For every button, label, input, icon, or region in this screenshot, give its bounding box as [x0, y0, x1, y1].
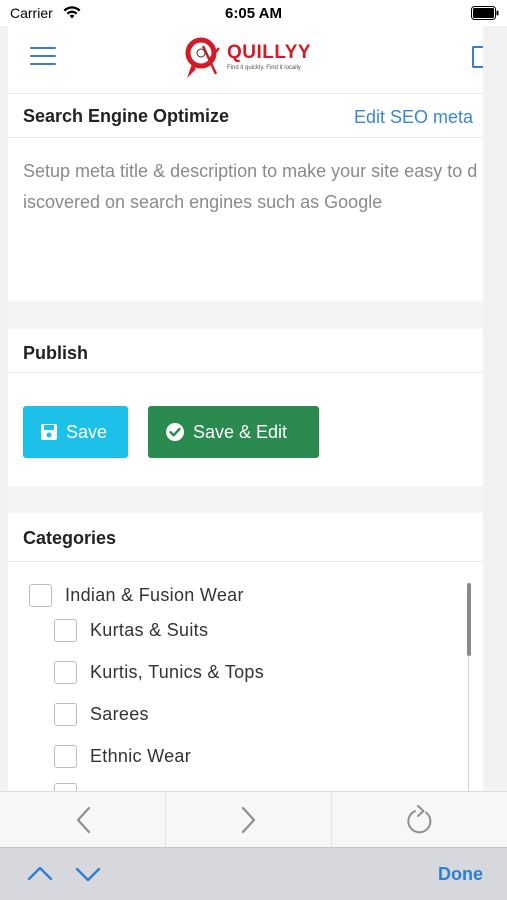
scroll-track — [468, 656, 469, 791]
save-label: Save — [66, 421, 108, 442]
reload-button[interactable] — [332, 792, 507, 848]
clock: 6:05 AM — [225, 5, 282, 22]
section-divider — [8, 301, 483, 329]
category-checkbox[interactable] — [54, 619, 77, 642]
category-label: Kurtis, Tunics & Tops — [90, 662, 265, 682]
save-and-edit-label: Save & Edit — [193, 421, 288, 442]
browser-toolbar — [0, 791, 507, 848]
chevron-down-icon[interactable] — [75, 863, 101, 885]
category-label: Sarees — [90, 704, 149, 724]
categories-card: Categories Indian & Fusion Wear Kurtas &… — [8, 513, 483, 791]
seo-header: Search Engine Optimize Edit SEO meta — [8, 94, 483, 138]
category-label: Kurtas & Suits — [90, 620, 209, 640]
chevron-up-icon[interactable] — [27, 863, 53, 885]
category-checkbox[interactable] — [54, 745, 77, 768]
save-and-edit-button[interactable]: Save & Edit — [148, 406, 319, 458]
logo-text: QUILLYY — [227, 42, 312, 63]
category-item[interactable]: Kurtas & Suits — [54, 619, 208, 642]
forward-button[interactable] — [166, 792, 332, 848]
publish-header: Publish — [8, 329, 483, 373]
chevron-left-icon — [76, 806, 90, 834]
keyboard-accessory-bar: Done — [0, 847, 507, 900]
chevron-right-icon — [241, 806, 255, 834]
category-item[interactable]: Ethnic Wear — [54, 745, 191, 768]
reload-icon — [406, 805, 431, 834]
categories-title: Categories — [23, 528, 117, 548]
logo-mark-icon — [185, 37, 220, 78]
category-checkbox[interactable] — [29, 584, 52, 607]
category-checkbox[interactable] — [54, 783, 77, 791]
category-scrollbar[interactable] — [467, 583, 471, 656]
category-item[interactable]: Sarees — [54, 703, 149, 726]
floppy-disk-icon — [41, 424, 57, 440]
section-divider — [8, 486, 483, 513]
publish-title: Publish — [23, 343, 89, 363]
category-checkbox[interactable] — [54, 703, 77, 726]
seo-description: Setup meta title & description to make y… — [23, 161, 478, 212]
done-button[interactable]: Done — [438, 864, 483, 885]
category-label: Indian & Fusion Wear — [65, 585, 244, 605]
category-checkbox[interactable] — [54, 661, 77, 684]
seo-title: Search Engine Optimize — [23, 106, 230, 126]
logo-tagline: Find it quickly. Find it locally — [227, 65, 301, 71]
seo-card: Search Engine Optimize Edit SEO meta Set… — [8, 94, 483, 301]
publish-card: Publish Save Save & Edit — [8, 329, 483, 486]
category-item[interactable]: Indian & Fusion Wear — [29, 584, 244, 607]
logo[interactable]: QUILLYY Find it quickly. Find it locally — [183, 36, 323, 80]
panel-icon[interactable] — [472, 46, 483, 68]
categories-header: Categories — [8, 513, 483, 562]
battery-icon — [471, 6, 499, 20]
category-label: Ethnic Wear — [90, 746, 192, 766]
category-list[interactable]: Indian & Fusion Wear Kurtas & Suits Kurt… — [8, 561, 483, 791]
check-circle-icon — [166, 423, 184, 441]
category-item[interactable]: Kurtis, Tunics & Tops — [54, 661, 264, 684]
web-content: QUILLYY Find it quickly. Find it locally… — [8, 26, 483, 791]
status-bar: Carrier 6:05 AM — [0, 0, 507, 26]
hamburger-icon[interactable] — [30, 47, 56, 69]
category-item-partial[interactable] — [54, 783, 90, 791]
top-navigation: QUILLYY Find it quickly. Find it locally — [8, 26, 483, 94]
edit-seo-meta-link[interactable]: Edit SEO meta — [354, 107, 473, 128]
back-button[interactable] — [0, 792, 166, 848]
save-button[interactable]: Save — [23, 406, 128, 458]
